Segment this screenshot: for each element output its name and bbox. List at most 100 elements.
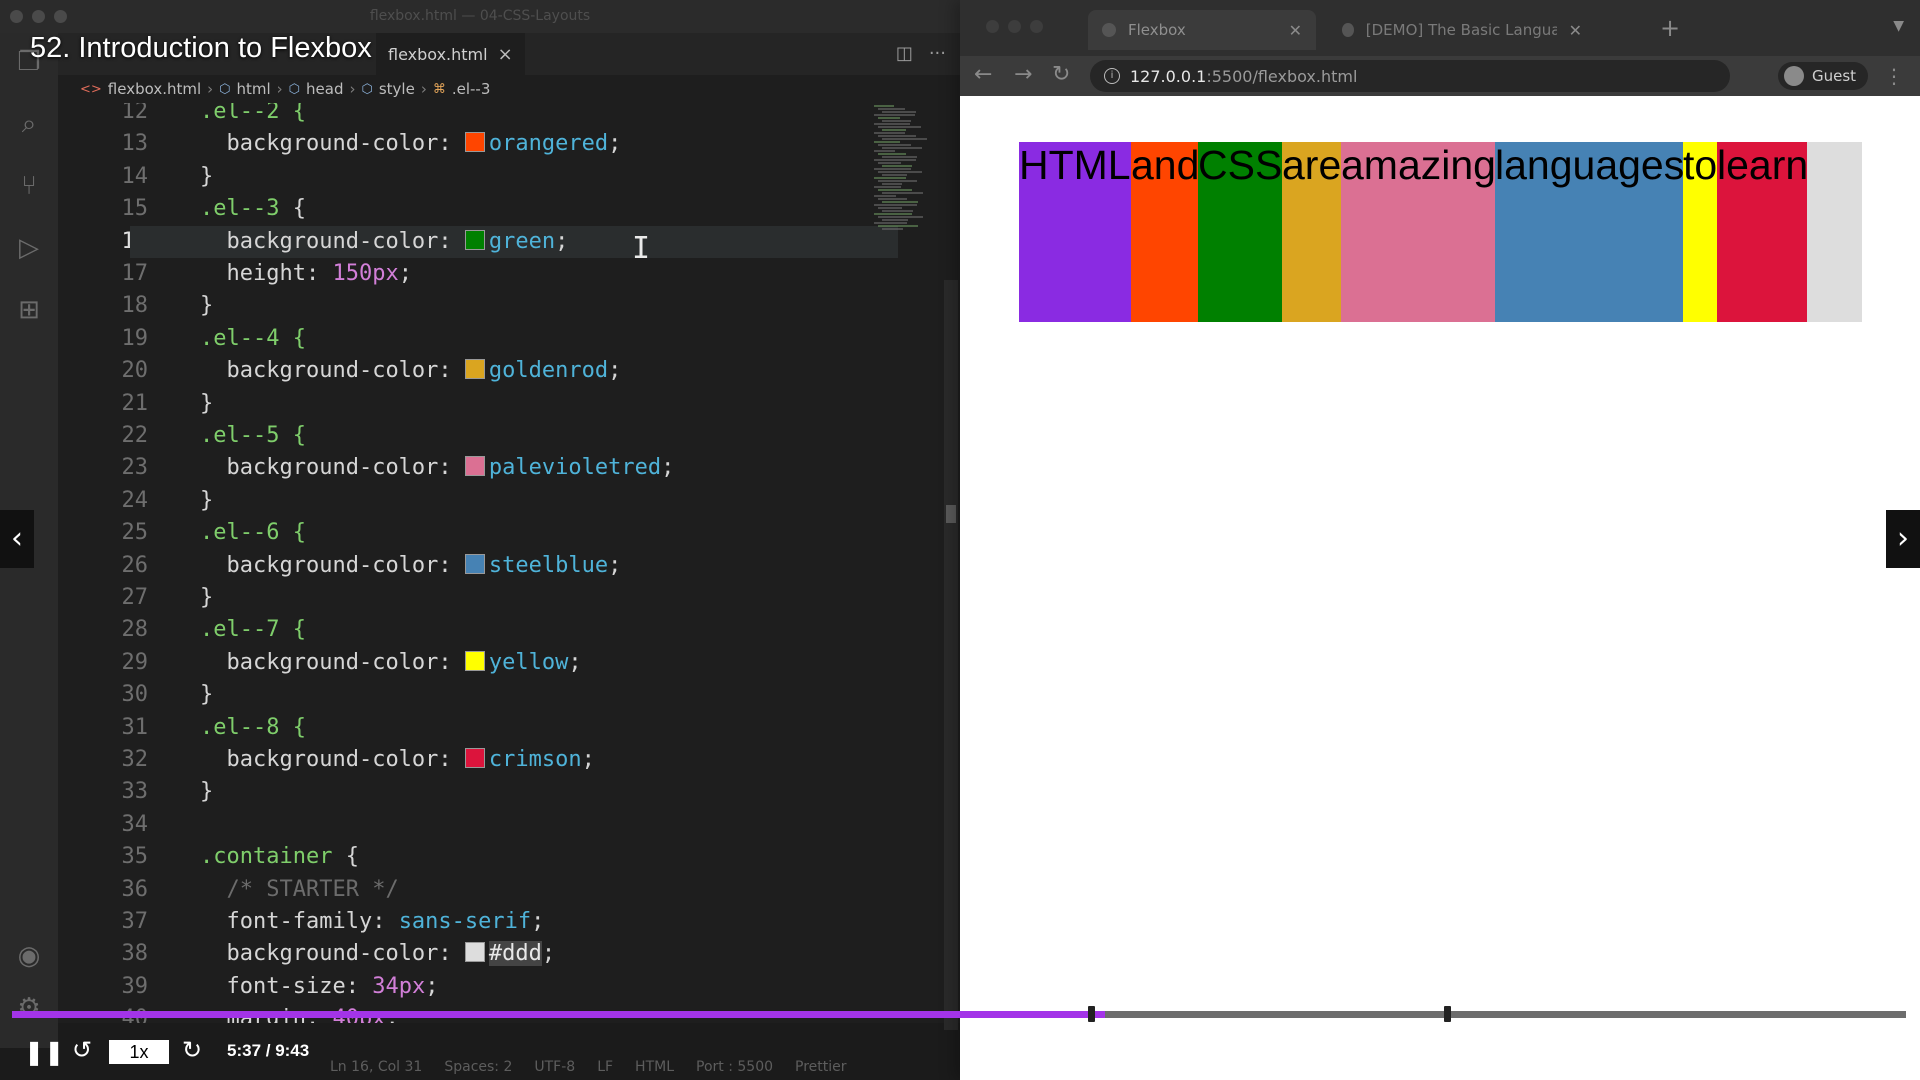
code-line[interactable]: background-color: steelblue; — [227, 550, 622, 582]
color-swatch[interactable] — [464, 456, 485, 477]
line-number: 12 — [121, 103, 149, 124]
code-line[interactable]: } — [200, 582, 213, 614]
site-info-icon[interactable]: i — [1104, 68, 1120, 84]
tab-flexbox-html[interactable]: flexbox.html × — [376, 33, 525, 75]
minimap[interactable] — [870, 103, 960, 303]
browser-menu-icon[interactable]: ⋮ — [1884, 64, 1904, 88]
forward-skip-icon[interactable]: ↻ — [182, 1036, 202, 1064]
minimap-line — [882, 219, 908, 221]
code-line[interactable]: font-family: sans-serif; — [227, 906, 545, 938]
breadcrumb-html[interactable]: html — [237, 80, 271, 98]
color-swatch[interactable] — [464, 650, 485, 671]
color-swatch[interactable] — [464, 942, 485, 963]
settings-gear-icon[interactable]: ⚙ — [14, 993, 44, 1023]
minimap-line — [882, 201, 918, 203]
minimize-window-icon[interactable] — [1008, 20, 1021, 33]
editor-scrollbar[interactable] — [944, 280, 958, 1030]
code-line[interactable]: background-color: crimson; — [227, 744, 595, 776]
code-line[interactable]: background-color: green; — [227, 226, 569, 258]
minimap-line — [882, 147, 922, 149]
tab-search-icon[interactable]: ▼ — [1893, 18, 1904, 34]
address-bar[interactable]: i 127.0.0.1:5500/flexbox.html — [1090, 60, 1730, 92]
code-line[interactable]: .el--3 { — [200, 193, 306, 225]
code-token: height: — [226, 261, 333, 286]
code-line[interactable]: } — [200, 776, 213, 808]
minimap-line — [878, 225, 918, 227]
browser-tab-demo[interactable]: [DEMO] The Basic Language o ✕ — [1328, 10, 1596, 50]
code-line[interactable]: .el--5 { — [200, 420, 306, 452]
volume-icon[interactable]: 🔊︎ — [1725, 1038, 1740, 1066]
code-line[interactable]: } — [200, 485, 213, 517]
extensions-icon[interactable]: ⊞ — [14, 295, 44, 325]
color-swatch[interactable] — [464, 748, 485, 768]
reload-icon[interactable]: ↻ — [1052, 62, 1070, 87]
line-number: 15 — [121, 196, 149, 222]
code-token: } — [200, 163, 214, 189]
color-swatch[interactable] — [464, 359, 485, 380]
search-icon[interactable]: ⌕ — [14, 109, 44, 139]
settings-gear-icon[interactable]: ⚙ — [1825, 1036, 1847, 1064]
source-control-icon[interactable]: ⑂ — [14, 171, 44, 201]
code-token: .el--8 { — [200, 714, 306, 740]
code-line[interactable]: font-size: 34px; — [227, 971, 439, 1003]
color-swatch[interactable] — [464, 132, 485, 153]
code-line[interactable]: } — [200, 388, 213, 420]
code-line[interactable]: } — [200, 290, 213, 322]
more-actions-icon[interactable]: ··· — [929, 43, 946, 64]
pause-icon[interactable]: ❚❚ — [24, 1038, 64, 1066]
progress-marker[interactable] — [1444, 1006, 1451, 1022]
account-icon[interactable]: ◉ — [14, 941, 44, 971]
code-line[interactable]: } — [200, 161, 213, 193]
code-line[interactable]: background-color: palevioletred; — [227, 452, 675, 484]
split-editor-icon[interactable]: ◫ — [896, 43, 913, 64]
flex-item: learn — [1717, 142, 1808, 322]
breadcrumb-selector[interactable]: .el--3 — [452, 80, 491, 98]
close-tab-icon[interactable]: ✕ — [1289, 21, 1302, 40]
code-line[interactable]: background-color: yellow; — [227, 647, 582, 679]
breadcrumb-style[interactable]: style — [379, 80, 415, 98]
line-number: 31 — [121, 714, 149, 740]
color-swatch[interactable] — [464, 553, 485, 574]
breadcrumb-file[interactable]: flexbox.html — [108, 80, 201, 98]
code-token: yellow — [488, 649, 569, 675]
profile-button[interactable]: Guest — [1778, 62, 1869, 90]
next-lecture-button[interactable]: › — [1886, 510, 1920, 568]
close-window-icon[interactable] — [986, 20, 999, 33]
code-line[interactable]: .el--6 { — [200, 517, 306, 549]
playback-speed-button[interactable]: 1x — [109, 1040, 169, 1064]
progress-marker[interactable] — [1088, 1006, 1095, 1022]
code-line[interactable]: background-color: #ddd; — [227, 938, 555, 970]
code-line[interactable]: .el--2 { — [200, 103, 306, 128]
code-line[interactable]: background-color: goldenrod; — [227, 355, 622, 387]
code-editor[interactable]: 1213141516171819202122232425262728293031… — [58, 103, 960, 1023]
breadcrumb-head[interactable]: head — [306, 80, 343, 98]
code-token: } — [200, 779, 214, 805]
line-number: 24 — [121, 487, 149, 513]
captions-icon[interactable]: CC — [1775, 1038, 1811, 1062]
code-line[interactable]: } — [200, 679, 213, 711]
close-tab-icon[interactable]: ✕ — [1569, 21, 1582, 40]
run-debug-icon[interactable]: ▷ — [14, 233, 44, 263]
code-token: .el--6 { — [200, 520, 306, 546]
html-file-icon: <> — [80, 81, 102, 97]
color-swatch[interactable] — [464, 229, 485, 250]
forward-icon[interactable]: → — [1014, 62, 1032, 87]
code-line[interactable]: height: 150px; — [227, 258, 412, 290]
minimap-line — [874, 141, 900, 143]
browser-tab-flexbox[interactable]: Flexbox ✕ — [1088, 10, 1316, 50]
editor-scroll-thumb[interactable] — [946, 505, 956, 523]
back-icon[interactable]: ← — [974, 62, 992, 87]
exit-fullscreen-icon[interactable]: ⤡ — [1872, 1036, 1891, 1064]
tab-close-icon[interactable]: × — [498, 44, 513, 65]
code-line[interactable]: .el--7 { — [200, 614, 306, 646]
code-line[interactable]: .el--4 { — [200, 323, 306, 355]
code-line[interactable]: background-color: orangered; — [227, 128, 622, 160]
zoom-window-icon[interactable] — [1030, 20, 1043, 33]
code-line[interactable]: /* STARTER */ — [227, 874, 399, 906]
previous-lecture-button[interactable]: ‹ — [0, 510, 34, 568]
code-token: 150px — [332, 261, 399, 286]
code-line[interactable]: .container { — [200, 841, 359, 873]
rewind-icon[interactable]: ↺ — [72, 1036, 92, 1064]
code-line[interactable]: .el--8 { — [200, 712, 306, 744]
new-tab-icon[interactable]: + — [1660, 14, 1680, 42]
